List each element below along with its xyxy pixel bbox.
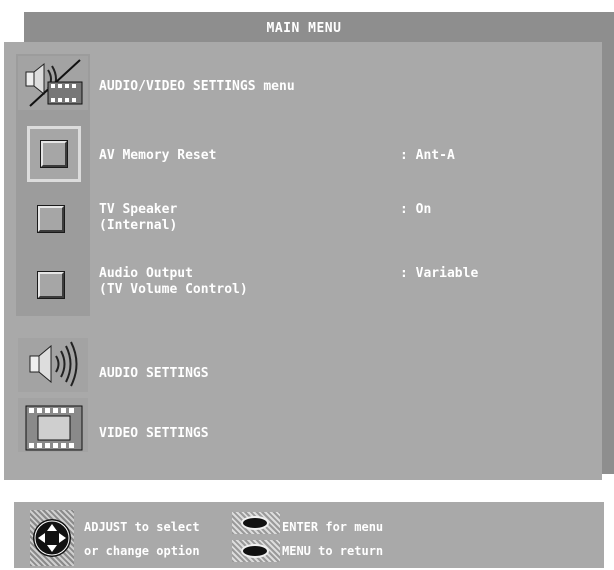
menu-link-audio-settings[interactable]: AUDIO SETTINGS [4, 338, 602, 392]
menu-panel: AUDIO/VIDEO SETTINGS menu AV Memory Rese… [4, 42, 602, 480]
oval-key [241, 544, 269, 558]
enter-button-icon [232, 512, 280, 534]
speaker-film-icon [18, 56, 88, 110]
main-menu-title-bar: MAIN MENU [24, 12, 614, 44]
menu-item-tv-speaker[interactable]: TV Speaker (Internal) : On [4, 192, 602, 242]
menu-item-value: : Variable [400, 266, 479, 281]
menu-item-value: : Ant-A [400, 148, 455, 163]
menu-item-sublabel: (Internal) [99, 218, 178, 233]
help-footer: ADJUST to select or change option ENTER … [14, 502, 604, 568]
button-icon [37, 205, 65, 233]
menu-item-label: AV Memory Reset [99, 148, 217, 163]
adjust-help-text: ADJUST to select [84, 520, 200, 534]
menu-help-text: MENU to return [282, 544, 384, 558]
menu-button-icon [232, 540, 280, 562]
menu-link-video-settings[interactable]: VIDEO SETTINGS [4, 398, 602, 454]
menu-item-audio-output[interactable]: Audio Output (TV Volume Control) : Varia… [4, 256, 602, 306]
menu-item-label: TV Speaker [99, 202, 178, 217]
film-strip-icon [18, 398, 88, 452]
oval-key [241, 516, 269, 530]
menu-item-sublabel: (TV Volume Control) [99, 282, 248, 297]
menu-link-label: AUDIO SETTINGS [99, 366, 209, 381]
panel-shadow [602, 44, 614, 474]
menu-item-label: Audio Output [99, 266, 193, 281]
button-icon [37, 271, 65, 299]
dpad-icon [30, 510, 74, 566]
av-settings-header-label: AUDIO/VIDEO SETTINGS menu [99, 79, 295, 94]
speaker-icon [18, 338, 88, 392]
menu-item-av-memory-reset[interactable]: AV Memory Reset : Ant-A [4, 140, 602, 176]
av-settings-header[interactable]: AUDIO/VIDEO SETTINGS menu [4, 56, 602, 114]
enter-help-text: ENTER for menu [282, 520, 384, 534]
adjust-help-text-2: or change option [84, 544, 200, 558]
window-title: MAIN MENU [266, 20, 342, 36]
menu-link-label: VIDEO SETTINGS [99, 426, 209, 441]
menu-item-value: : On [400, 202, 432, 217]
